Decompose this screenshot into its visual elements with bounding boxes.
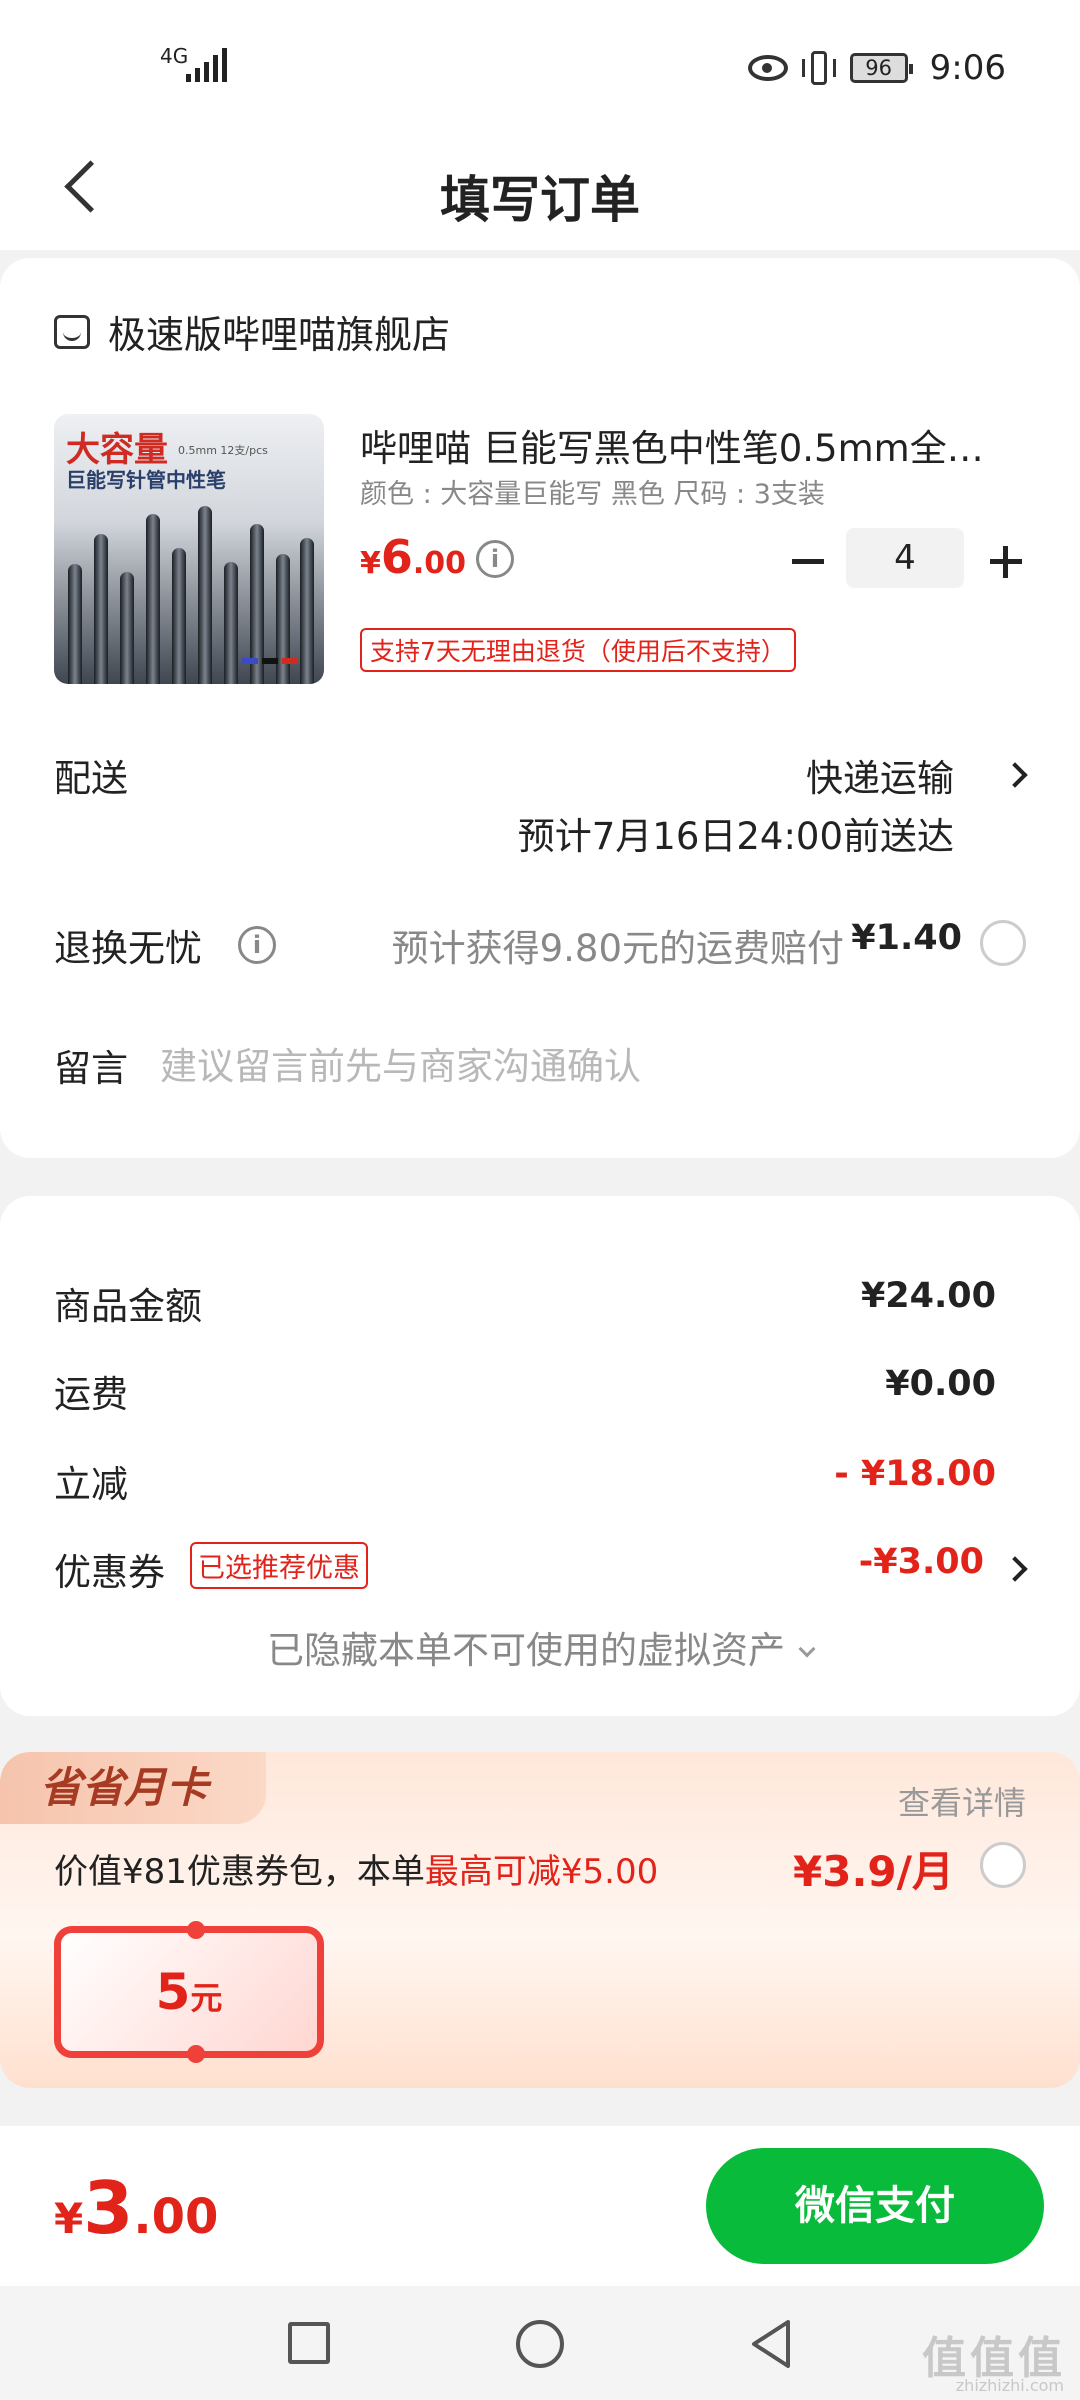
chevron-right-icon[interactable] (1002, 1556, 1028, 1582)
chevron-right-icon[interactable] (1002, 762, 1028, 788)
month-card-price: ¥3.9/月 (793, 1847, 954, 1896)
nav-recent-icon[interactable] (288, 2322, 330, 2364)
store-row[interactable]: 极速版哔哩喵旗舰店 (54, 304, 450, 359)
product-title[interactable]: 哔哩喵 巨能写黑色中性笔0.5mm全… (360, 418, 1000, 472)
view-details-link[interactable]: 查看详情 (898, 1778, 1026, 1824)
status-bar: 4G 96 9:06 (0, 0, 1080, 130)
coupon-value[interactable]: -¥3.00 (859, 1542, 984, 1582)
nav-back-icon[interactable] (744, 2316, 800, 2372)
status-right: 96 9:06 (747, 44, 1006, 92)
hidden-assets-label: 已隐藏本单不可使用的虚拟资产 (267, 1629, 785, 1672)
delivery-method[interactable]: 快递运输 (806, 748, 954, 802)
discount-value: - ¥18.00 (834, 1454, 996, 1494)
delivery-label: 配送 (54, 757, 128, 800)
network-type: 4G (160, 44, 189, 68)
title-bar: 填写订单 (0, 130, 1080, 250)
minus-icon[interactable] (786, 540, 830, 584)
hidden-assets-toggle[interactable]: 已隐藏本单不可使用的虚拟资产 (0, 1620, 1080, 1674)
goods-amount-label: 商品金额 (54, 1285, 202, 1328)
wechat-pay-button[interactable]: 微信支付 (706, 2148, 1044, 2264)
shipping-value: ¥0.00 (885, 1364, 996, 1404)
chevron-down-icon (798, 1640, 816, 1658)
return-policy-badge: 支持7天无理由退货（使用后不支持） (360, 628, 796, 672)
insurance-radio[interactable] (980, 920, 1026, 966)
quantity-value[interactable]: 4 (846, 528, 964, 588)
month-card-tag: 省省月卡 (0, 1752, 266, 1824)
order-item-card: 极速版哔哩喵旗舰店 大容量 0.5mm 12支/pcs 巨能写针管中性笔 哔哩喵… (0, 258, 1080, 1158)
store-name: 极速版哔哩喵旗舰店 (108, 313, 451, 357)
coupon-ticket: 5元 (54, 1921, 324, 2063)
clock: 9:06 (929, 48, 1006, 88)
coupon-badge: 已选推荐优惠 (190, 1542, 368, 1589)
product-image-subtitle: 巨能写针管中性笔 (66, 468, 226, 492)
month-card-description: 价值¥81优惠券包，本单最高可减¥5.00 (54, 1852, 659, 1892)
product-image[interactable]: 大容量 0.5mm 12支/pcs 巨能写针管中性笔 (54, 414, 324, 684)
coupon-amount: 5 (155, 1963, 191, 2021)
delivery-eta: 预计7月16日24:00前送达 (517, 815, 954, 858)
store-icon (54, 314, 90, 349)
vibrate-icon (801, 51, 836, 85)
month-card-promo: 省省月卡 查看详情 价值¥81优惠券包，本单最高可减¥5.00 ¥3.9/月 5… (0, 1752, 1080, 2088)
checkout-bar: ¥3.00 微信支付 (0, 2126, 1080, 2286)
price-info-icon[interactable]: i (476, 540, 514, 578)
coupon-unit: 元 (190, 1979, 223, 2017)
goods-amount-value: ¥24.00 (860, 1276, 996, 1316)
insurance-info-icon[interactable]: i (238, 926, 276, 964)
shipping-label: 运费 (54, 1373, 128, 1416)
page-title: 填写订单 (440, 171, 640, 229)
product-spec: 颜色 : 大容量巨能写 黑色 尺码 : 3支装 (360, 479, 825, 510)
unit-price: ¥6.00 (360, 530, 467, 584)
message-input[interactable] (160, 1038, 1020, 1094)
coupon-label: 优惠券 (54, 1551, 165, 1594)
price-summary-card: 商品金额 ¥24.00 运费 ¥0.00 立减 - ¥18.00 优惠券 已选推… (0, 1196, 1080, 1716)
battery-icon: 96 (849, 53, 913, 83)
product-image-small: 0.5mm 12支/pcs (178, 444, 268, 457)
insurance-text: 预计获得9.80元的运费赔付 (391, 927, 844, 970)
watermark-url: zhizhizhi.com (955, 2376, 1064, 2395)
total-price: ¥3.00 (54, 2166, 219, 2250)
insurance-price: ¥1.40 (851, 918, 962, 958)
eye-icon (747, 55, 788, 81)
month-card-radio[interactable] (980, 1842, 1026, 1888)
signal-icon (186, 48, 227, 82)
nav-home-icon[interactable] (516, 2320, 564, 2368)
message-label: 留言 (54, 1047, 128, 1090)
insurance-label: 退换无忧 (54, 927, 202, 970)
discount-label: 立减 (54, 1463, 128, 1506)
plus-icon[interactable] (984, 540, 1028, 584)
system-nav-bar (0, 2286, 1080, 2400)
